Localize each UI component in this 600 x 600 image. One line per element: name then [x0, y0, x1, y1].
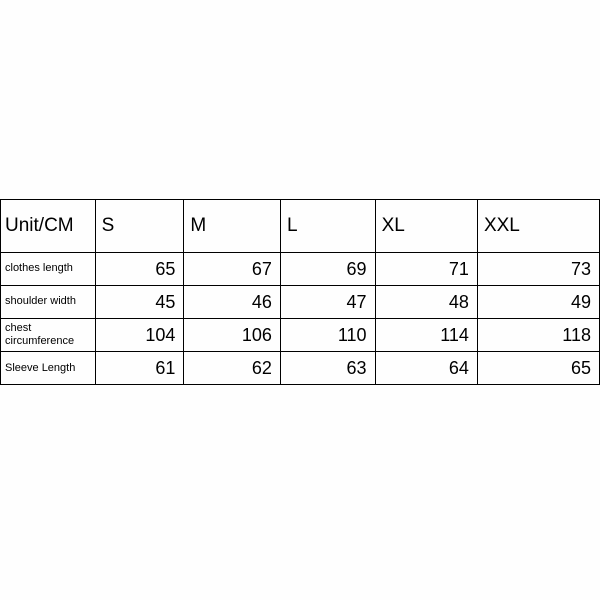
cell-value: 104	[95, 319, 184, 352]
cell-value: 64	[375, 352, 477, 385]
header-row: Unit/CM S M L XL XXL	[1, 200, 600, 253]
header-size-m: M	[184, 200, 281, 253]
header-unit: Unit/CM	[1, 200, 96, 253]
table-row: shoulder width 45 46 47 48 49	[1, 286, 600, 319]
cell-value: 106	[184, 319, 281, 352]
cell-value: 61	[95, 352, 184, 385]
cell-value: 67	[184, 253, 281, 286]
table-row: Sleeve Length 61 62 63 64 65	[1, 352, 600, 385]
cell-value: 62	[184, 352, 281, 385]
row-label: chest circumference	[1, 319, 96, 352]
header-size-l: L	[280, 200, 375, 253]
cell-value: 69	[280, 253, 375, 286]
cell-value: 65	[95, 253, 184, 286]
cell-value: 63	[280, 352, 375, 385]
row-label: clothes length	[1, 253, 96, 286]
header-size-s: S	[95, 200, 184, 253]
cell-value: 73	[477, 253, 599, 286]
cell-value: 65	[477, 352, 599, 385]
header-size-xl: XL	[375, 200, 477, 253]
cell-value: 110	[280, 319, 375, 352]
cell-value: 49	[477, 286, 599, 319]
cell-value: 114	[375, 319, 477, 352]
size-chart-table: Unit/CM S M L XL XXL clothes length 65 6…	[0, 199, 600, 385]
table-row: clothes length 65 67 69 71 73	[1, 253, 600, 286]
table-row: chest circumference 104 106 110 114 118	[1, 319, 600, 352]
cell-value: 47	[280, 286, 375, 319]
cell-value: 46	[184, 286, 281, 319]
header-size-xxl: XXL	[477, 200, 599, 253]
cell-value: 45	[95, 286, 184, 319]
cell-value: 71	[375, 253, 477, 286]
row-label: Sleeve Length	[1, 352, 96, 385]
row-label: shoulder width	[1, 286, 96, 319]
cell-value: 118	[477, 319, 599, 352]
cell-value: 48	[375, 286, 477, 319]
